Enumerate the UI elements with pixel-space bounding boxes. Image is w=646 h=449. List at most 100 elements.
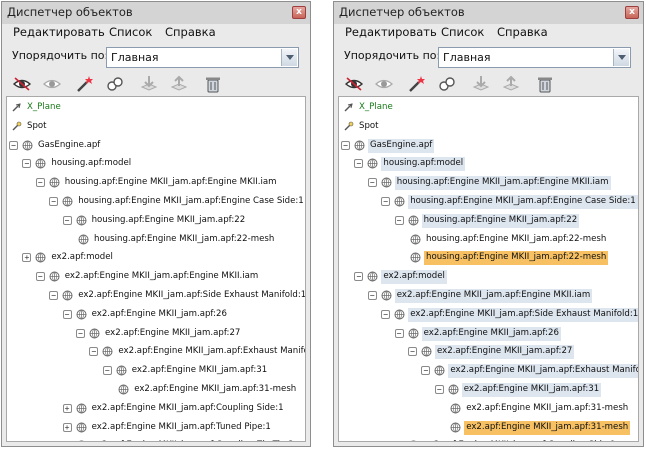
menu-item-1[interactable]: Список (109, 25, 152, 39)
tree-node-label: GasEngine.apf (38, 139, 101, 150)
show-eye-icon[interactable] (42, 74, 62, 94)
delete-icon[interactable] (535, 74, 555, 94)
collapse-icon[interactable]: − (49, 291, 59, 300)
show-eye-icon[interactable] (374, 74, 394, 94)
title-bar[interactable]: Диспетчер объектов x (2, 2, 310, 24)
toolbar (334, 72, 643, 96)
magic-wand-icon[interactable] (406, 74, 426, 94)
mesh-icon (354, 140, 365, 151)
collapse-icon[interactable]: − (102, 366, 112, 376)
collapse-icon[interactable]: − (62, 309, 72, 319)
mesh-icon (22, 140, 33, 151)
export-icon[interactable] (169, 74, 189, 94)
collapse-icon[interactable]: − (421, 366, 431, 376)
group-icon[interactable] (437, 74, 457, 94)
hide-eye-icon[interactable] (12, 74, 32, 94)
tree-node-label: ex2.apf:Engine MKII_jam.apf:Coupling Zip… (90, 439, 296, 441)
tree-node-label: ex2.apf:Engine MKII_jam.apf:Tuned Pipe:1 (91, 421, 271, 432)
mesh-icon (408, 215, 419, 226)
collapse-icon[interactable]: − (354, 272, 364, 282)
tree-node-label: ex2.apf:Engine MKII_jam.apf:31-mesh (466, 402, 629, 413)
tree-node-label: ex2.apf:Engine MKII_jam.apf:31 (461, 383, 602, 397)
collapse-icon[interactable]: − (49, 197, 59, 206)
mesh-icon (62, 290, 73, 301)
mesh-icon (408, 328, 419, 339)
tree-node-label: Spot (27, 120, 47, 131)
menu-item-0[interactable]: Редактировать (13, 25, 105, 39)
collapse-icon[interactable]: − (9, 140, 18, 150)
collapse-icon[interactable]: − (89, 347, 99, 357)
sort-label: Упорядочить по: (12, 49, 109, 62)
object-tree[interactable]: X_Plane Spot − GasEngine.apf − housing.apf:mo… (6, 96, 306, 442)
mesh-icon (367, 271, 378, 282)
menu-bar: Редактировать Список Справка (334, 24, 643, 42)
tree-node-label: ex2.apf:Engine MKII_jam.apf:Side Exhaust… (408, 307, 638, 322)
collapse-icon[interactable]: − (35, 178, 45, 188)
title-bar[interactable]: Диспетчер объектов x (334, 2, 643, 24)
mesh-icon (450, 422, 461, 433)
mesh-icon (78, 234, 89, 245)
collapse-icon[interactable]: − (367, 178, 377, 188)
collapse-icon[interactable]: − (408, 347, 417, 357)
expand-icon[interactable]: + (62, 422, 72, 432)
close-button[interactable]: x (625, 6, 639, 19)
group-icon[interactable] (105, 74, 125, 94)
expand-icon[interactable]: + (63, 441, 72, 442)
sort-dropdown[interactable]: Главная (438, 47, 631, 68)
collapse-icon[interactable]: − (394, 328, 404, 338)
tree-node-label: ex2.apf:Engine MKII_jam.apf:27 (435, 345, 575, 360)
collapse-icon[interactable]: − (367, 291, 377, 300)
chevron-down-icon[interactable] (281, 49, 297, 66)
mesh-icon (76, 440, 87, 441)
expand-icon[interactable]: + (22, 253, 32, 263)
tree-node-label: ex2.apf:Engine MKII_jam.apf:31-mesh (464, 420, 631, 435)
import-icon[interactable] (139, 74, 159, 94)
close-button[interactable]: x (292, 6, 306, 19)
tree-node-label: housing.apf:Engine MKII_jam.apf:Engine C… (408, 195, 638, 209)
tree-node-label: X_Plane (27, 102, 61, 112)
object-tree[interactable]: X_Plane Spot − GasEngine.apf − housing.apf:mo… (338, 96, 639, 442)
menu-item-2[interactable]: Справка (165, 25, 216, 39)
import-icon[interactable] (471, 74, 491, 94)
collapse-icon[interactable]: − (354, 159, 364, 169)
mesh-icon (410, 252, 421, 263)
tree-node-label: ex2.apf:Engine MKII_jam.apf:Exhaust Mani… (118, 346, 306, 357)
collapse-icon[interactable]: − (341, 140, 350, 150)
mesh-icon (450, 403, 461, 414)
tree-node-label: ex2.apf:Engine MKII_jam.apf:Engine MKII.… (394, 289, 593, 303)
menu-item-2[interactable]: Справка (497, 25, 548, 39)
mesh-icon (35, 252, 46, 263)
mesh-icon (116, 365, 127, 376)
collapse-icon[interactable]: − (76, 328, 85, 338)
collapse-icon[interactable]: − (434, 385, 444, 394)
mesh-icon (76, 215, 87, 226)
mesh-icon (76, 422, 87, 433)
mesh-icon (89, 328, 100, 339)
menu-item-0[interactable]: Редактировать (345, 25, 437, 39)
magic-wand-icon[interactable] (74, 74, 94, 94)
hide-eye-icon[interactable] (344, 74, 364, 94)
delete-icon[interactable] (203, 74, 223, 94)
light-icon (11, 121, 22, 132)
tree-node-label: housing.apf:Engine MKII_jam.apf:22-mesh (426, 233, 607, 244)
tree-node-label: ex2.apf:Engine MKII_jam.apf:Coupling Sid… (422, 439, 618, 441)
expand-icon[interactable]: + (395, 441, 404, 442)
tree-node-label: ex2.apf:model (381, 270, 447, 285)
export-icon[interactable] (501, 74, 521, 94)
tree-node-label: housing.apf:Engine MKII_jam.apf:22 (91, 214, 246, 225)
menu-item-1[interactable]: Список (441, 25, 484, 39)
collapse-icon[interactable]: − (394, 215, 404, 225)
sort-dropdown[interactable]: Главная (106, 47, 299, 68)
collapse-icon[interactable]: − (35, 272, 45, 282)
collapse-icon[interactable]: − (22, 159, 32, 169)
collapse-icon[interactable]: − (381, 197, 391, 206)
tree-node-label: Spot (359, 120, 379, 131)
tree-node-label: ex2.apf:Engine MKII_jam.apf:Side Exhaust… (78, 290, 306, 300)
mesh-icon (62, 196, 73, 207)
tree-node-label: ex2.apf:Engine MKII_jam.apf:27 (105, 327, 241, 338)
collapse-icon[interactable]: − (381, 309, 391, 319)
expand-icon[interactable]: + (62, 403, 72, 413)
chevron-down-icon[interactable] (613, 49, 629, 66)
tree-node-label: housing.apf:Engine MKII_jam.apf:22 (421, 213, 580, 228)
collapse-icon[interactable]: − (62, 215, 72, 225)
